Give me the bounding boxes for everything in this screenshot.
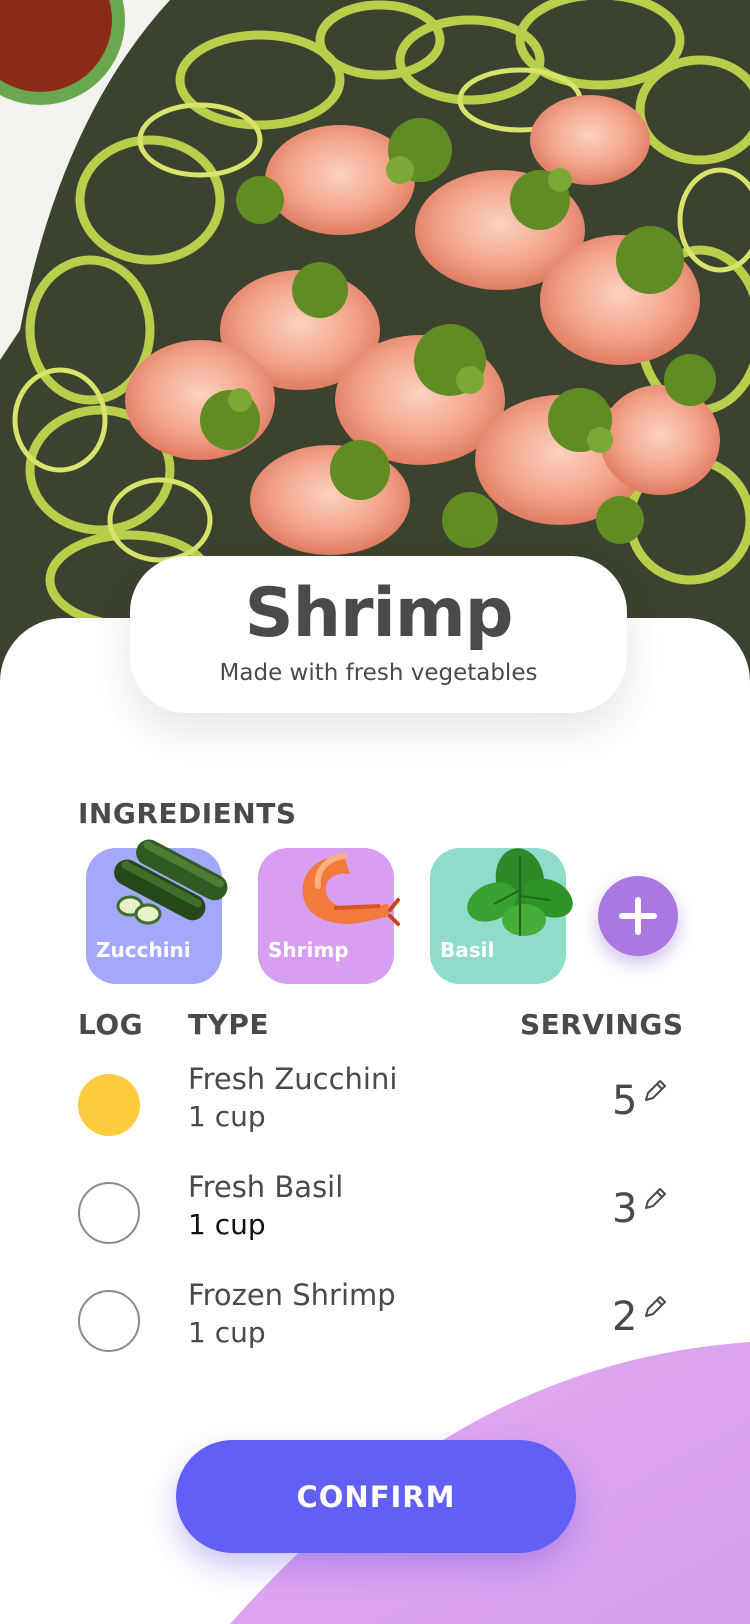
dish-title: Shrimp xyxy=(244,574,514,653)
ingredient-chip-label: Zucchini xyxy=(96,938,191,962)
ingredient-name: Fresh Basil xyxy=(188,1170,344,1204)
add-ingredient-button[interactable] xyxy=(598,876,678,956)
shrimp-icon xyxy=(302,853,400,926)
pencil-icon[interactable] xyxy=(642,1078,668,1104)
confirm-button[interactable]: CONFIRM xyxy=(176,1440,576,1553)
basil-icon xyxy=(467,848,573,936)
zucchini-icon xyxy=(114,839,228,925)
ingredient-unit: 1 cup xyxy=(188,1208,266,1241)
ingredient-chip-label: Basil xyxy=(440,938,495,962)
log-toggle[interactable] xyxy=(78,1290,140,1352)
log-toggle[interactable] xyxy=(78,1182,140,1244)
ingredient-chip-shrimp[interactable]: Shrimp xyxy=(258,848,400,984)
ingredient-chip-label: Shrimp xyxy=(268,938,349,962)
log-row: Frozen Shrimp 1 cup 2 xyxy=(0,1276,750,1366)
servings-value: 5 xyxy=(612,1078,638,1124)
ingredient-chip-basil[interactable]: Basil xyxy=(430,848,573,984)
log-row: Fresh Zucchini 1 cup 5 xyxy=(0,1060,750,1150)
ingredient-unit: 1 cup xyxy=(188,1100,266,1133)
pencil-icon[interactable] xyxy=(642,1186,668,1212)
log-row: Fresh Basil 1 cup 3 xyxy=(0,1168,750,1258)
log-toggle[interactable] xyxy=(78,1074,140,1136)
ingredient-name: Fresh Zucchini xyxy=(188,1062,398,1096)
servings-column-header: SERVINGS xyxy=(520,1008,684,1041)
servings-value: 3 xyxy=(612,1186,638,1232)
ingredient-unit: 1 cup xyxy=(188,1316,266,1349)
dish-subtitle: Made with fresh vegetables xyxy=(219,660,538,686)
plus-icon xyxy=(619,897,657,935)
confirm-button-label: CONFIRM xyxy=(296,1479,456,1514)
type-column-header: TYPE xyxy=(188,1008,270,1041)
ingredients-heading: INGREDIENTS xyxy=(78,797,297,830)
ingredient-chip-zucchini[interactable]: Zucchini xyxy=(86,839,228,984)
dish-title-card: Shrimp Made with fresh vegetables xyxy=(130,556,627,713)
pencil-icon[interactable] xyxy=(642,1294,668,1320)
servings-value: 2 xyxy=(612,1294,638,1340)
log-column-header: LOG xyxy=(78,1008,144,1041)
ingredient-name: Frozen Shrimp xyxy=(188,1278,396,1312)
